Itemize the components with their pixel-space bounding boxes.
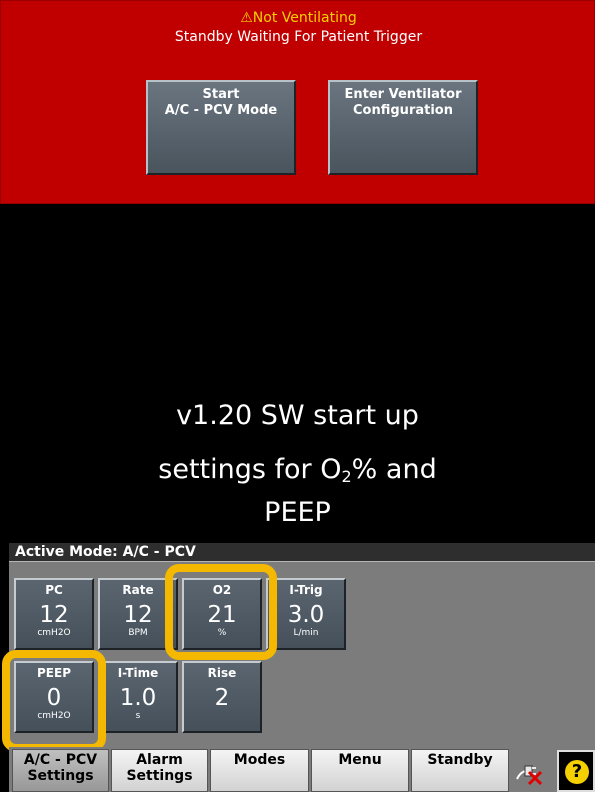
tab-alarm-settings[interactable]: Alarm Settings <box>111 749 208 792</box>
tab-standby[interactable]: Standby <box>411 749 509 792</box>
alarm-subtitle: Standby Waiting For Patient Trigger <box>174 29 423 45</box>
itime-unit: s <box>135 711 141 721</box>
active-mode-label: Active Mode: A/C - PCV <box>9 543 595 562</box>
config-button-line2: Configuration <box>353 103 453 118</box>
itrig-unit: L/min <box>293 628 319 638</box>
pc-setting-tile[interactable]: PC 12 cmH2O <box>14 578 94 650</box>
tab-ac-pcv-settings[interactable]: A/C - PCV Settings <box>12 749 109 792</box>
rise-label: Rise <box>207 666 237 680</box>
tab-alarm-line2: Settings <box>126 768 193 784</box>
help-button[interactable]: ? <box>557 750 595 792</box>
tab-standby-label: Standby <box>427 752 493 768</box>
rise-setting-tile[interactable]: Rise 2 <box>182 661 262 733</box>
tab-menu[interactable]: Menu <box>311 749 409 792</box>
tab-ac-pcv-line2: Settings <box>27 768 94 784</box>
annotation-line2: settings for O2% and <box>0 450 595 497</box>
start-ac-pcv-mode-button[interactable]: Start A/C - PCV Mode <box>146 80 296 175</box>
start-button-line1: Start <box>202 87 240 102</box>
annotation-line2-sub: 2 <box>341 467 352 486</box>
annotation-line2-post: % and <box>351 454 437 485</box>
pc-unit: cmH2O <box>37 628 71 638</box>
annotation-line3: PEEP <box>264 497 331 528</box>
power-disconnected-icon <box>513 757 547 787</box>
peep-highlight-box <box>2 650 106 752</box>
config-button-line1: Enter Ventilator <box>344 87 462 102</box>
o2-highlight-box <box>165 564 277 660</box>
itime-value: 1.0 <box>119 685 157 711</box>
start-button-line2: A/C - PCV Mode <box>164 103 278 118</box>
tab-alarm-line1: Alarm <box>136 752 183 768</box>
itrig-setting-tile[interactable]: I-Trig 3.0 L/min <box>266 578 346 650</box>
alarm-title: ⚠Not Ventilating <box>240 10 357 26</box>
itime-setting-tile[interactable]: I-Time 1.0 s <box>98 661 178 733</box>
itrig-label: I-Trig <box>289 583 323 597</box>
help-icon: ? <box>565 760 589 784</box>
enter-ventilator-configuration-button[interactable]: Enter Ventilator Configuration <box>328 80 478 175</box>
alarm-banner: ⚠Not Ventilating Standby Waiting For Pat… <box>0 0 595 204</box>
tab-modes-label: Modes <box>233 752 286 768</box>
pc-value: 12 <box>39 602 69 628</box>
annotation-line1: v1.20 SW start up <box>176 400 419 431</box>
tab-modes[interactable]: Modes <box>210 749 309 792</box>
tab-ac-pcv-line1: A/C - PCV <box>23 752 98 768</box>
rise-value: 2 <box>214 685 230 711</box>
pc-label: PC <box>45 583 63 597</box>
annotation-line2-pre: settings for O <box>158 454 342 485</box>
tab-menu-label: Menu <box>338 752 382 768</box>
itime-label: I-Time <box>117 666 159 680</box>
itrig-value: 3.0 <box>287 602 325 628</box>
